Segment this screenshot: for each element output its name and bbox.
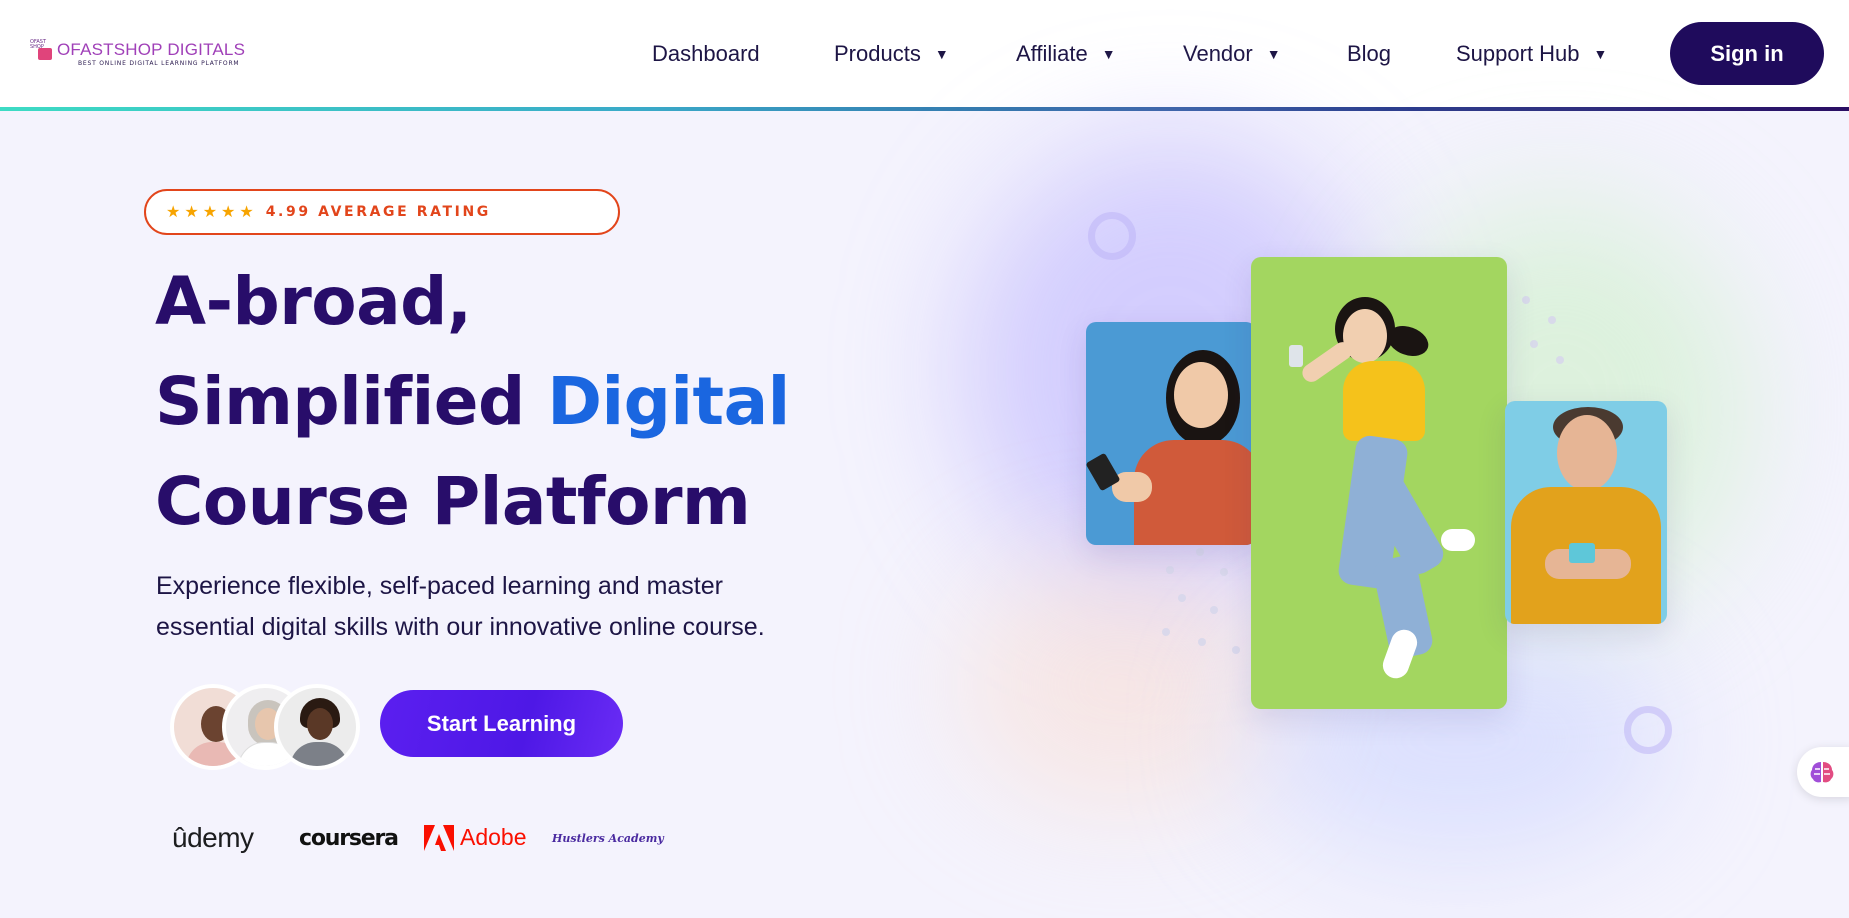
- hero-photo-man-with-phone: [1505, 401, 1667, 624]
- nav-dashboard-label: Dashboard: [652, 41, 760, 66]
- headline-line-1: A-broad,: [155, 263, 472, 340]
- hero-subtext: Experience flexible, self-paced learning…: [156, 566, 856, 648]
- adobe-wordmark: Adobe: [460, 824, 527, 850]
- hero-headline: A-broad, Simplified Digital Course Platf…: [155, 252, 875, 552]
- learner-avatars: [170, 684, 360, 770]
- hustlers-academy-logo: Hustlers Academy: [552, 832, 664, 845]
- nav-vendor[interactable]: Vendor ▼: [1183, 40, 1281, 68]
- chat-widget-button[interactable]: [1797, 747, 1849, 797]
- decor-ring: [1624, 706, 1672, 754]
- nav-blog[interactable]: Blog: [1347, 40, 1391, 68]
- star-icon: ★: [202, 202, 218, 221]
- chevron-down-icon: ▼: [1266, 46, 1281, 62]
- nav-dashboard[interactable]: Dashboard: [652, 40, 760, 68]
- hero-photo-jumping-woman: [1251, 257, 1507, 709]
- chevron-down-icon: ▼: [1593, 46, 1608, 62]
- header-gradient-divider: [0, 107, 1849, 111]
- rating-badge: ★ ★ ★ ★ ★ 4.99 AVERAGE RATING: [144, 189, 620, 235]
- rating-stars: ★ ★ ★ ★ ★: [166, 204, 254, 220]
- nav-blog-label: Blog: [1347, 41, 1392, 66]
- headline-line-2-start: Simplified: [155, 363, 548, 440]
- coursera-logo: coursera: [299, 826, 399, 851]
- adobe-icon: [424, 824, 454, 851]
- brain-icon: [1810, 762, 1834, 783]
- headline-line-3: Course Platform: [155, 463, 751, 540]
- headline-highlight: Digital: [547, 363, 790, 440]
- main-nav: Dashboard Products ▼ Affiliate ▼ Vendor …: [0, 0, 1849, 108]
- subtext-line-1: Experience flexible, self-paced learning…: [156, 572, 723, 600]
- subtext-line-2: essential digital skills with our innova…: [156, 613, 765, 641]
- nav-affiliate[interactable]: Affiliate ▼: [1016, 40, 1116, 68]
- sign-in-button[interactable]: Sign in: [1670, 22, 1824, 85]
- udemy-logo: ûdemy: [172, 822, 254, 853]
- star-icon: ★: [221, 202, 236, 221]
- chevron-down-icon: ▼: [934, 46, 949, 62]
- nav-products[interactable]: Products ▼: [834, 40, 949, 68]
- nav-vendor-label: Vendor: [1183, 41, 1253, 66]
- decor-ring: [1088, 212, 1136, 260]
- avatar: [274, 684, 360, 770]
- nav-affiliate-label: Affiliate: [1016, 41, 1088, 66]
- nav-support-hub-label: Support Hub: [1456, 41, 1580, 66]
- hero-photo-woman-with-phone: [1086, 322, 1256, 545]
- star-icon: ★: [184, 202, 199, 221]
- site-header: OFAST SHOP OFASTSHOP DIGITALS BEST ONLIN…: [0, 0, 1849, 108]
- adobe-logo: Adobe: [424, 824, 527, 851]
- nav-support-hub[interactable]: Support Hub ▼: [1456, 40, 1607, 68]
- bg-glow: [960, 560, 1280, 810]
- star-icon: ★: [239, 202, 254, 221]
- start-learning-button[interactable]: Start Learning: [380, 690, 623, 757]
- nav-products-label: Products: [834, 41, 921, 66]
- rating-text: 4.99 AVERAGE RATING: [265, 204, 491, 220]
- chevron-down-icon: ▼: [1101, 46, 1116, 62]
- star-icon: ★: [166, 202, 181, 221]
